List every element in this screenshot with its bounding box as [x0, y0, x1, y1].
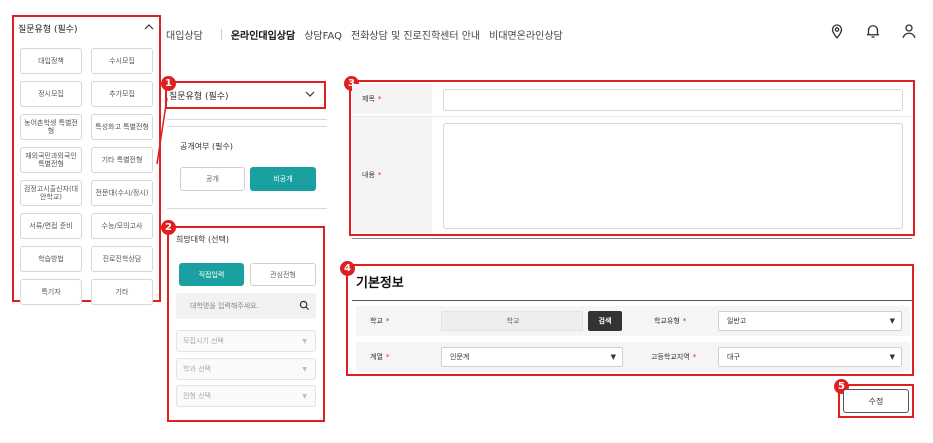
category-button[interactable]: 기타 — [91, 279, 153, 305]
required-mark: * — [377, 171, 382, 179]
school-type-label-text: 학교유형 — [654, 317, 680, 325]
content-label: 내용 * — [352, 117, 432, 233]
question-type-label: 질문유형 (필수) — [169, 91, 229, 102]
category-button[interactable]: 진로진학상담 — [91, 246, 153, 272]
divider — [167, 208, 327, 209]
school-type-label: 학교유형 * — [654, 306, 686, 336]
category-button[interactable]: 기타 특별전형 — [91, 147, 153, 173]
required-mark: * — [385, 317, 390, 325]
category-button[interactable]: 수시모집 — [91, 48, 153, 74]
track-label-text: 계열 — [370, 353, 383, 361]
school-type-select[interactable]: 일반고 ▼ — [718, 311, 902, 331]
admission-select-label: 전형 선택 — [183, 392, 211, 400]
caret-down-icon: ▼ — [302, 337, 307, 345]
nav-separator — [220, 29, 222, 40]
university-label: 희망대학 (선택) — [176, 235, 229, 244]
content-label-text: 내용 — [362, 171, 375, 179]
chevron-up-icon[interactable] — [144, 23, 154, 33]
search-icon[interactable] — [299, 300, 310, 313]
required-mark: * — [385, 353, 390, 361]
header-icons — [828, 22, 918, 40]
department-select-label: 학과 선택 — [183, 365, 211, 373]
school-label: 학교 * — [370, 306, 389, 336]
category-button[interactable]: 학습방법 — [20, 246, 82, 272]
school-input-value: 학교 — [506, 317, 520, 325]
public-button[interactable]: 공개 — [180, 167, 245, 191]
required-mark: * — [692, 353, 697, 361]
edit-button[interactable]: 수정 — [843, 389, 909, 413]
basic-info-title: 기본정보 — [356, 276, 404, 291]
school-input[interactable]: 학교 — [441, 311, 583, 331]
bell-icon[interactable] — [864, 22, 882, 40]
category-button[interactable]: 검정고시출신자(대안학교) — [20, 180, 82, 206]
step-badge-2: 2 — [161, 220, 176, 235]
required-mark: * — [377, 95, 382, 103]
top-nav: 대입상담 온라인대입상담 상담FAQ 전화상담 및 진로진학센터 안내 비대면온… — [166, 27, 572, 42]
divider — [352, 238, 912, 239]
title-label-text: 제목 — [362, 95, 375, 103]
nav-item-phone-center[interactable]: 전화상담 및 진로진학센터 안내 — [351, 27, 480, 42]
track-value: 인문계 — [450, 353, 470, 361]
caret-down-icon: ▼ — [302, 392, 307, 400]
nav-item-faq[interactable]: 상담FAQ — [304, 27, 342, 42]
caret-down-icon: ▼ — [302, 365, 307, 373]
category-button[interactable]: 특기자 — [20, 279, 82, 305]
category-grid: 대입정책 수시모집 정시모집 추가모집 농어촌학생 특별전형 특성화고 특별전형… — [20, 48, 154, 312]
university-search-placeholder: 대학명을 입력해주세요. — [190, 302, 259, 310]
category-button[interactable]: 전문대(수시/정시) — [91, 180, 153, 206]
region-value: 대구 — [727, 353, 740, 361]
department-select[interactable]: 학과 선택 ▼ — [176, 358, 316, 380]
category-button[interactable]: 수능/모의고사 — [91, 213, 153, 239]
visibility-label: 공개여부 (필수) — [180, 142, 233, 151]
tab-interest-admission[interactable]: 관심전형 — [250, 263, 316, 286]
question-type-dropdown[interactable]: 질문유형 (필수) — [167, 83, 323, 107]
caret-down-icon: ▼ — [889, 317, 895, 325]
region-select[interactable]: 대구 ▼ — [718, 347, 902, 367]
admission-select[interactable]: 전형 선택 ▼ — [176, 385, 316, 407]
category-button[interactable]: 특성화고 특별전형 — [91, 114, 153, 140]
nav-item-online-counsel[interactable]: 온라인대입상담 — [231, 27, 295, 42]
nav-item-admission-counsel[interactable]: 대입상담 — [166, 27, 203, 42]
school-search-button[interactable]: 검색 — [588, 311, 622, 331]
divider — [352, 300, 912, 301]
period-select-label: 모집시기 선택 — [183, 337, 224, 345]
school-label-text: 학교 — [370, 317, 383, 325]
location-icon[interactable] — [828, 22, 846, 40]
school-type-value: 일반고 — [727, 317, 747, 325]
track-label: 계열 * — [370, 342, 389, 372]
user-icon[interactable] — [900, 22, 918, 40]
university-search-input[interactable]: 대학명을 입력해주세요. — [176, 293, 316, 319]
chevron-down-icon — [305, 90, 315, 100]
caret-down-icon: ▼ — [889, 353, 895, 361]
required-mark: * — [682, 317, 687, 325]
tab-direct-input[interactable]: 직접입력 — [179, 263, 244, 286]
period-select[interactable]: 모집시기 선택 ▼ — [176, 330, 316, 352]
private-button[interactable]: 비공개 — [250, 167, 316, 191]
category-button[interactable]: 재외국민과외국인 특별전형 — [20, 147, 82, 173]
nav-item-remote-counsel[interactable]: 비대면온라인상담 — [489, 27, 563, 42]
region-label-text: 고등학교지역 — [651, 353, 690, 361]
category-button[interactable]: 정시모집 — [20, 81, 82, 107]
divider — [352, 116, 912, 117]
title-input[interactable] — [443, 89, 903, 111]
category-button[interactable]: 추가모집 — [91, 81, 153, 107]
category-panel-header[interactable]: 질문유형 (필수) — [14, 18, 158, 38]
step-badge-4: 4 — [340, 261, 355, 276]
category-button[interactable]: 서류/면접 준비 — [20, 213, 82, 239]
divider — [167, 126, 327, 127]
divider — [167, 119, 327, 120]
region-label: 고등학교지역 * — [651, 342, 696, 372]
title-label: 제목 * — [352, 84, 432, 114]
track-select[interactable]: 인문계 ▼ — [441, 347, 623, 367]
caret-down-icon: ▼ — [610, 353, 616, 361]
category-panel-title: 질문유형 (필수) — [18, 24, 78, 35]
content-textarea[interactable] — [443, 123, 903, 229]
category-button[interactable]: 농어촌학생 특별전형 — [20, 114, 82, 140]
category-button[interactable]: 대입정책 — [20, 48, 82, 74]
